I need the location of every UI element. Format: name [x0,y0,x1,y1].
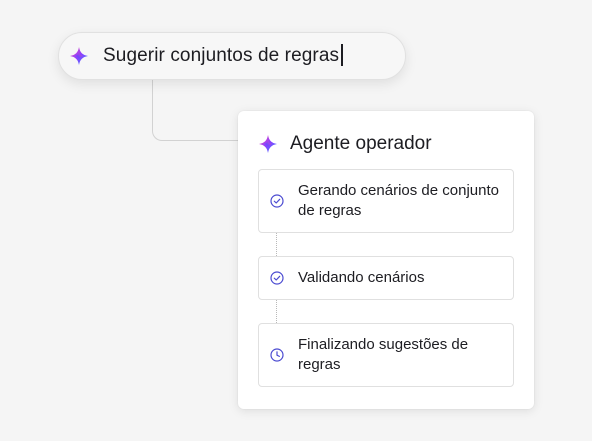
step-label: Validando cenários [298,269,425,286]
prompt-text[interactable]: Sugerir conjuntos de regras [103,43,343,67]
step-label: Finalizando sugestões de regras [298,336,469,373]
check-circle-icon [270,271,284,285]
clock-icon [270,348,284,362]
step-item: Finalizando sugestões de regras [258,323,514,387]
check-circle-icon [270,194,284,208]
step-item: Gerando cenários de conjunto de regras [258,169,514,233]
prompt-input-pill[interactable]: Sugerir conjuntos de regras [58,32,406,80]
step-label: Gerando cenários de conjunto de regras [298,182,499,219]
flow-connector-line [152,80,240,141]
card-title: Agente operador [290,133,432,154]
step-connector-dotted [276,300,277,323]
card-header: Agente operador [258,133,432,155]
gradient-sparkle-logo-icon [258,134,278,154]
gradient-sparkle-logo-icon [69,46,89,66]
operator-agent-card: Agente operador Gerando cenários de conj… [238,111,534,409]
canvas: Sugerir conjuntos de regras Agente opera… [0,0,592,441]
text-caret [341,43,343,66]
step-connector-dotted [276,233,277,256]
step-item: Validando cenários [258,256,514,300]
